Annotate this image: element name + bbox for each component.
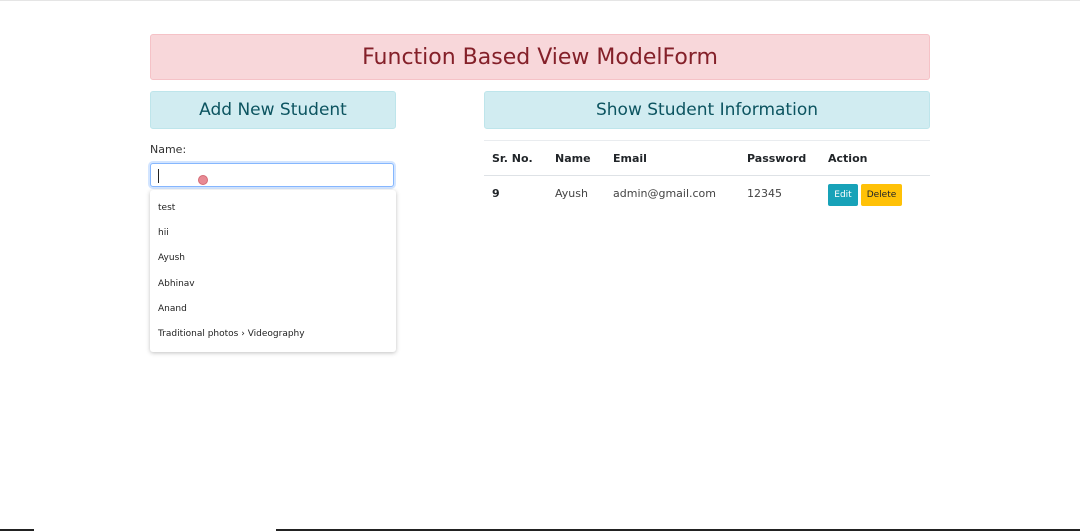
cell-sr-no: 9 bbox=[492, 187, 500, 200]
autocomplete-option[interactable]: Anand bbox=[158, 304, 187, 314]
add-student-title: Add New Student bbox=[199, 100, 347, 120]
autocomplete-option[interactable]: Ayush bbox=[158, 253, 185, 263]
page-title: Function Based View ModelForm bbox=[362, 44, 718, 70]
column-header-password: Password bbox=[747, 152, 807, 165]
top-divider bbox=[0, 0, 1080, 1]
text-caret bbox=[158, 169, 159, 183]
name-label: Name: bbox=[150, 143, 187, 156]
autocomplete-option[interactable]: Abhinav bbox=[158, 279, 195, 289]
cell-email: admin@gmail.com bbox=[613, 187, 717, 200]
table-header-border bbox=[484, 175, 930, 176]
cell-password: 12345 bbox=[747, 187, 782, 200]
column-header-action: Action bbox=[828, 152, 868, 165]
cursor-click-indicator bbox=[198, 175, 208, 185]
autocomplete-option[interactable]: Traditional photos › Videography bbox=[158, 329, 305, 339]
student-info-title: Show Student Information bbox=[595, 100, 818, 120]
autocomplete-dropdown: test hii Ayush Abhinav Anand Traditional… bbox=[150, 190, 396, 352]
autocomplete-option[interactable]: test bbox=[158, 203, 175, 213]
delete-button[interactable]: Delete bbox=[861, 184, 902, 206]
column-header-email: Email bbox=[613, 152, 647, 165]
add-student-header: Add New Student bbox=[150, 91, 396, 129]
cell-name: Ayush bbox=[555, 187, 588, 200]
edit-button[interactable]: Edit bbox=[828, 184, 858, 206]
page-title-banner: Function Based View ModelForm bbox=[150, 34, 930, 80]
name-input[interactable] bbox=[150, 163, 394, 187]
table-top-border bbox=[484, 140, 930, 141]
student-info-header: Show Student Information bbox=[484, 91, 930, 129]
autocomplete-option[interactable]: hii bbox=[158, 228, 169, 238]
column-header-sr-no: Sr. No. bbox=[492, 152, 533, 165]
column-header-name: Name bbox=[555, 152, 591, 165]
